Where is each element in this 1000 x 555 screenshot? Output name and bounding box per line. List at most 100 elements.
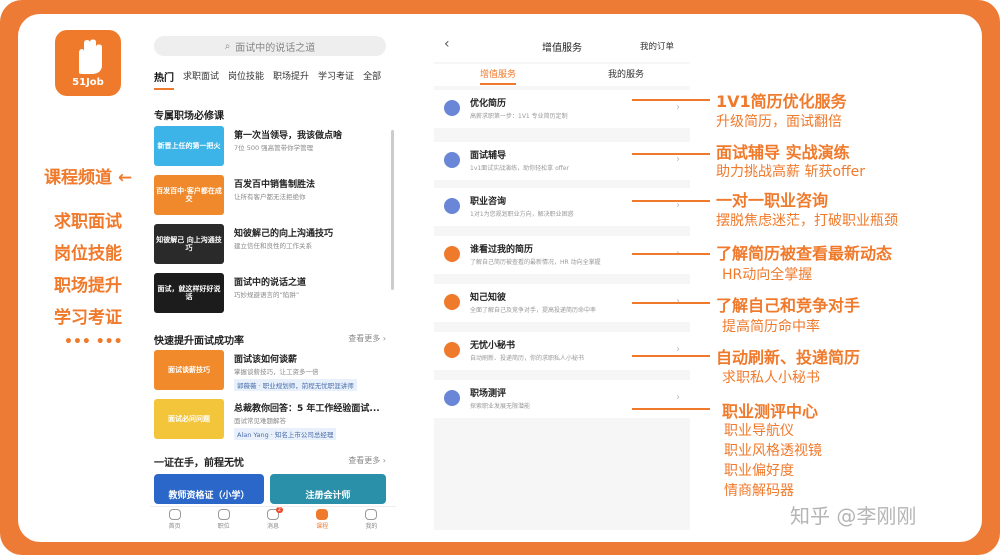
course-item[interactable]: 新晋上任的第一把火 第一次当领导，我该做点啥 7位 500 强高管带你学管理 (154, 126, 390, 168)
service-item[interactable]: 职场测评 探索职业发展无限潜能 › (434, 380, 690, 418)
eye-icon (444, 246, 460, 262)
tab-skills[interactable]: 岗位技能 (228, 66, 264, 90)
nav-messages[interactable]: 消息 2 (266, 507, 283, 530)
tab-interview[interactable]: 求职面试 (183, 66, 219, 90)
course-thumb: 面试必问问题 (154, 399, 224, 439)
arrow-line (632, 99, 710, 101)
tab-my-services[interactable]: 我的服务 (562, 64, 690, 86)
my-orders-link[interactable]: 我的订单 (640, 40, 674, 52)
header: ‹ 增值服务 我的订单 (434, 30, 690, 62)
cert-card[interactable]: 教师资格证（小学） (154, 474, 264, 504)
ellipsis: ••• ••• (64, 334, 123, 350)
tab-all[interactable]: 全部 (363, 66, 381, 90)
scrollbar[interactable] (391, 130, 394, 290)
arrow-line (632, 200, 710, 202)
course-app-screen: ⌕ 面试中的说话之道 热门 求职面试 岗位技能 职场提升 学习考证 全部 专属职… (150, 30, 396, 530)
course-item[interactable]: 面试谈薪技巧 面试该如何谈薪 掌握谈薪技巧，让工资多一倍 郭薇薇 · 职业规划师… (154, 350, 390, 392)
tab-value-services[interactable]: 增值服务 (434, 64, 562, 86)
service-item[interactable]: 职业咨询 1对1为您规划职业方向，解决职业困惑 › (434, 188, 690, 226)
annotation-head: 1V1简历优化服务 (716, 92, 847, 111)
nav-jobs[interactable]: 职位 (217, 507, 230, 530)
annotation-sub: 升级简历，面试翻倍 (716, 114, 842, 130)
course-thumb: 面试，就这样好好说话 (154, 273, 224, 313)
annotation-sub: 职业风格透视镜 (724, 443, 822, 459)
annotation-sub: 职业导航仪 (724, 423, 794, 439)
annotation-sub: 职业偏好度 (724, 463, 794, 479)
consult-icon (444, 198, 460, 214)
service-item[interactable]: 谁看过我的简历 了解自己简历被查看的最新情况，HR 动向全掌握 › (434, 236, 690, 274)
annotation-head: 了解简历被查看最新动态 (716, 244, 893, 263)
course-title: 第一次当领导，我该做点啥 (234, 131, 343, 141)
nav-courses[interactable]: 课程 (316, 507, 328, 530)
nav-me[interactable]: 我的 (365, 507, 377, 530)
zhihu-watermark: 知乎 @李刚刚 (790, 504, 917, 528)
briefcase-icon (217, 509, 230, 520)
service-sub: 1v1面试实战演练，助你轻松拿 offer (470, 165, 570, 172)
course-thumb: 百发百中·客户都在成交 (154, 175, 224, 215)
tab-cert[interactable]: 学习考证 (318, 66, 354, 90)
annotation-sub: HR动向全掌握 (722, 267, 813, 283)
service-title: 职业咨询 (470, 197, 507, 207)
service-sub: 1对1为您规划职业方向，解决职业困惑 (470, 211, 574, 218)
course-item[interactable]: 面试，就这样好好说话 面试中的说话之道 巧妙规避语言的“陷阱” (154, 273, 390, 315)
left-item: 岗位技能 (54, 244, 122, 264)
service-sub: 探索职业发展无限潜能 (470, 403, 531, 410)
section-title: 一证在手，前程无忧 (154, 458, 244, 469)
service-title: 无忧小秘书 (470, 341, 516, 351)
assistant-icon (444, 342, 460, 358)
tab-career[interactable]: 职场提升 (273, 66, 309, 90)
service-item[interactable]: 面试辅导 1v1面试实战演练，助你轻松拿 offer › (434, 142, 690, 180)
arrow-line (632, 408, 710, 410)
see-more-link[interactable]: 查看更多 › (348, 455, 386, 466)
chevron-right-icon: › (676, 102, 680, 113)
compare-icon (444, 294, 460, 310)
search-input[interactable]: ⌕ 面试中的说话之道 (154, 36, 386, 56)
annotation-head: 了解自己和竞争对手 (716, 296, 861, 315)
annotation-sub: 提高简历命中率 (722, 319, 820, 335)
service-sub: 高薪求职第一步：1V1 专业简历定制 (470, 113, 568, 120)
service-sub: 了解自己简历被查看的最新情况，HR 动向全掌握 (470, 259, 601, 266)
see-more-link[interactable]: 查看更多 › (348, 333, 386, 344)
service-item[interactable]: 优化简历 高薪求职第一步：1V1 专业简历定制 › (434, 90, 690, 128)
arrow-line (632, 153, 710, 155)
interview-icon (444, 152, 460, 168)
annotation-sub: 摆脱焦虑迷茫，打破职业瓶颈 (716, 213, 898, 229)
annotation-sub: 求职私人小秘书 (722, 370, 820, 386)
app-logo: 51Job (55, 30, 121, 96)
annotation-head: 一对一职业咨询 (716, 191, 829, 210)
section-title: 快速提升面试成功率 (154, 336, 244, 347)
tab-hot[interactable]: 热门 (154, 66, 174, 90)
course-item[interactable]: 知彼解己 向上沟通技巧 知彼解己的向上沟通技巧 建立信任和良性的工作关系 (154, 224, 390, 266)
left-item: 职场提升 (54, 276, 122, 296)
course-sub: 掌握谈薪技巧，让工资多一倍 (234, 368, 319, 376)
course-sub: 7位 500 强高管带你学管理 (234, 144, 314, 152)
annotation-head: 面试辅导 实战演练 (716, 143, 850, 162)
services-screen: ‹ 增值服务 我的订单 增值服务 我的服务 优化简历 高薪求职第一步：1V1 专… (434, 30, 690, 530)
arrow-line (632, 302, 710, 304)
arrow-line (632, 355, 710, 357)
nav-home[interactable]: 首页 (168, 507, 181, 530)
service-title: 职场测评 (470, 389, 507, 399)
annotation-sub: 助力挑战高薪 斩获offer (716, 164, 866, 180)
course-title: 面试该如何谈薪 (234, 355, 298, 365)
course-item[interactable]: 百发百中·客户都在成交 百发百中销售制胜法 让所有客户都无法拒绝你 (154, 175, 390, 217)
course-sub: 让所有客户都无法拒绝你 (234, 193, 306, 201)
logo-text: 51Job (72, 76, 104, 88)
section-title: 专属职场必修课 (154, 111, 224, 122)
course-thumb: 知彼解己 向上沟通技巧 (154, 224, 224, 264)
service-item[interactable]: 无忧小秘书 自动刷新、投递简历，你的求职私人小秘书 › (434, 332, 690, 370)
arrow-line (632, 253, 710, 255)
chevron-right-icon: › (676, 392, 680, 403)
hand-icon (79, 39, 102, 74)
service-title: 优化简历 (470, 99, 507, 109)
cert-card[interactable]: 注册会计师 (270, 474, 386, 504)
course-item[interactable]: 面试必问问题 总裁教你回答：5 年工作经验面试... 面试常见难题解答 Alan… (154, 399, 390, 441)
course-sub: 面试常见难题解答 (234, 417, 286, 425)
unread-badge: 2 (275, 507, 283, 513)
teacher-tag: Alan Yang · 知名上市公司总经理 (234, 428, 337, 440)
course-title: 知彼解己的向上沟通技巧 (234, 229, 334, 239)
annotation-head: 职业测评中心 (722, 402, 819, 421)
service-sub: 自动刷新、投递简历，你的求职私人小秘书 (470, 355, 585, 362)
bottom-nav: 首页 职位 消息 2 课程 我的 (150, 506, 396, 530)
chevron-right-icon: › (676, 344, 680, 355)
